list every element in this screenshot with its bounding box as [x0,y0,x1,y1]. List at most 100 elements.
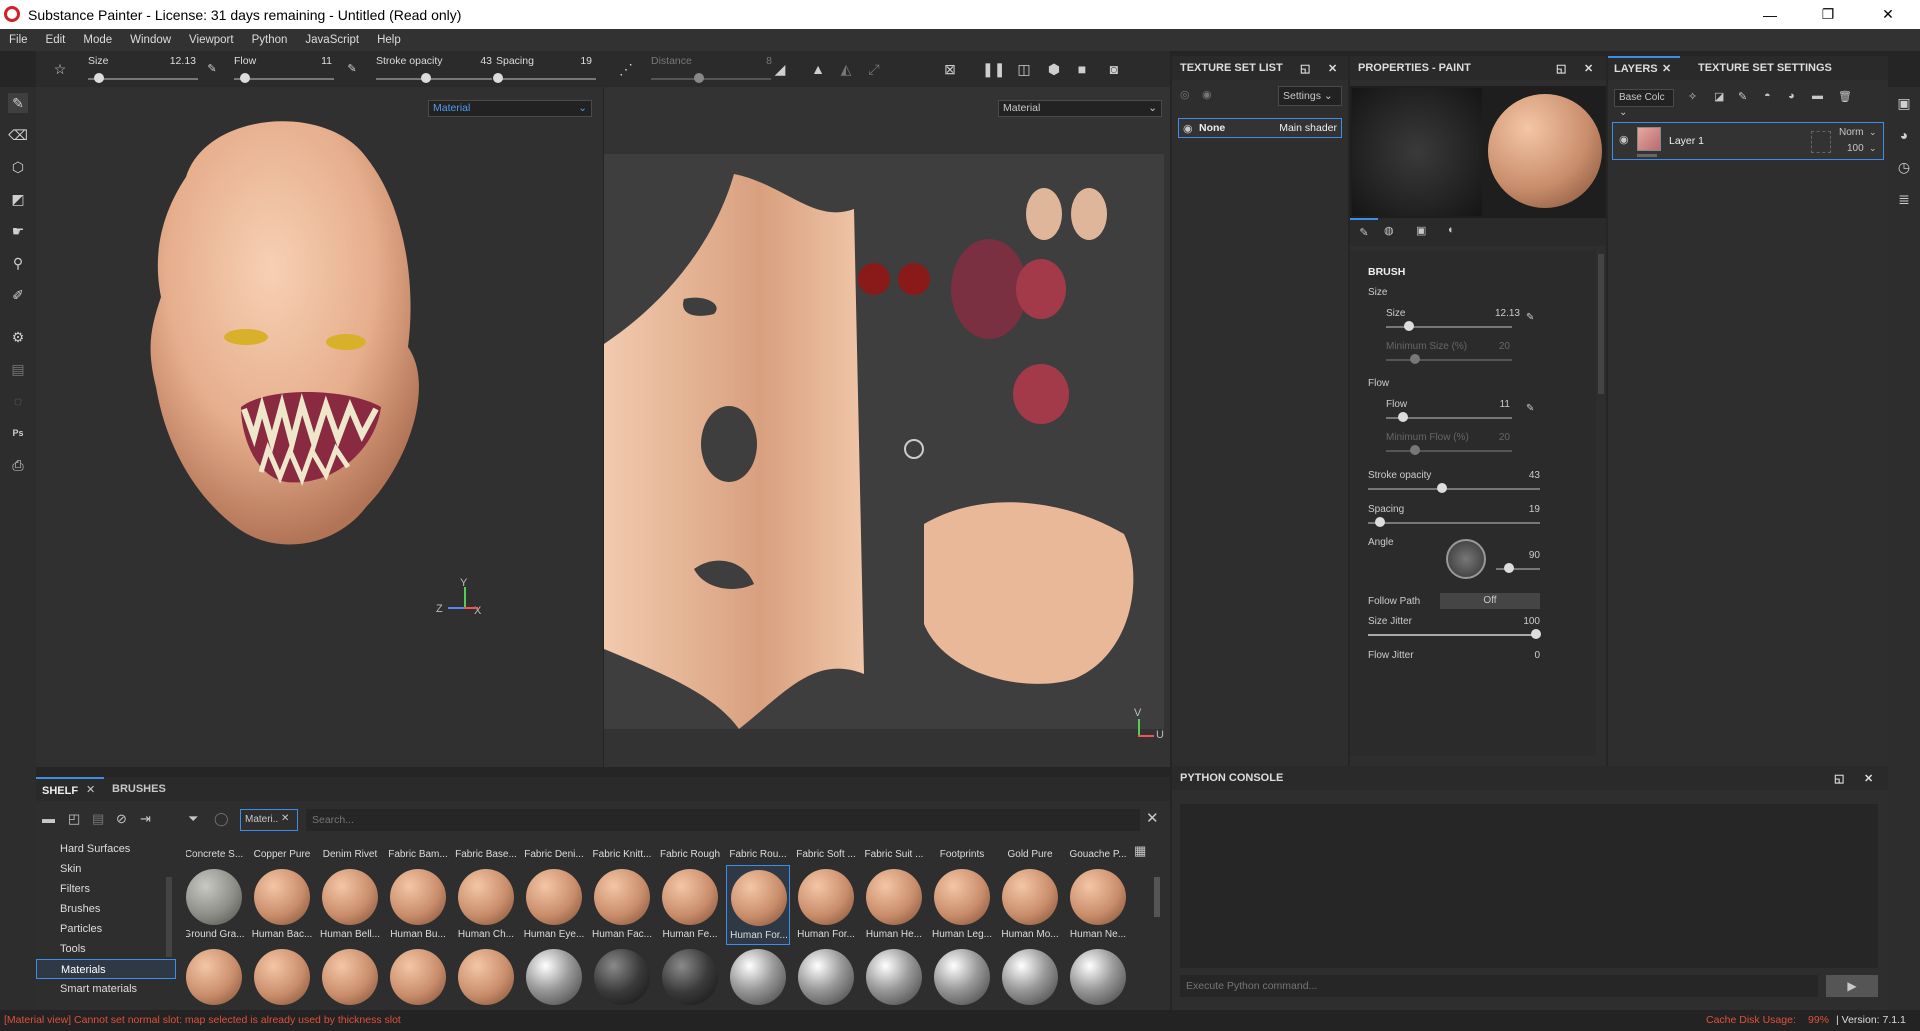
material-item[interactable]: Human Ch... [454,865,518,945]
symmetry-icon[interactable]: ☆ [50,59,70,79]
eye-icon[interactable]: ◉ [1619,133,1629,146]
material-item[interactable]: Human Eye... [522,865,586,945]
material-thumbnail[interactable] [730,949,786,1005]
material-item[interactable]: Human Mo... [998,865,1062,945]
angle-dial[interactable] [1446,539,1486,579]
close-icon[interactable]: ✕ [1584,62,1593,75]
cube-view-icon[interactable]: ⬢ [1044,59,1064,79]
material-thumbnail[interactable] [186,949,242,1005]
material-item[interactable]: Ground Gra... [186,865,246,945]
menu-edit[interactable]: Edit [37,34,75,46]
toolbar-flow-value[interactable]: 11 [296,55,332,67]
spacing-knob[interactable] [1375,517,1385,527]
add-paint-layer-icon[interactable]: ✎ [1738,90,1747,103]
texture-set-row[interactable]: ◉ None Main shader [1178,118,1342,138]
material-label[interactable]: Fabric Deni... [522,849,586,860]
material-item[interactable]: Human For... [726,865,790,945]
restore-button[interactable]: ❐ [1805,0,1851,29]
material-label[interactable]: Fabric Rough [658,849,722,860]
delete-layer-icon[interactable]: 🗑 [1838,90,1852,103]
material-label[interactable]: Denim Rivet [318,849,382,860]
menu-mode[interactable]: Mode [74,34,121,46]
float-icon[interactable]: ◱ [1556,62,1566,75]
material-label[interactable]: Gold Pure [998,849,1062,860]
bake-icon[interactable]: ⚙ [8,327,28,347]
category-hard-surfaces[interactable]: Hard Surfaces [36,839,176,859]
texture-set-shader[interactable]: Main shader [1279,122,1337,134]
hide-icon[interactable]: ⊘ [116,811,127,827]
grid-view-icon[interactable]: ▦ [1134,843,1146,859]
material-thumbnail[interactable] [322,949,378,1005]
close-search-icon[interactable]: ✕ [1146,809,1159,827]
material-thumbnail[interactable] [458,949,514,1005]
angle-slider[interactable] [1496,568,1540,570]
category-tools[interactable]: Tools [36,939,176,959]
material-item[interactable]: Human Ne... [1066,865,1130,945]
category-skin[interactable]: Skin [36,859,176,879]
material-item[interactable]: Human Leg... [930,865,994,945]
toolbar-spacing-knob[interactable] [493,73,503,83]
color-picker-icon[interactable]: ✐ [8,285,28,305]
material-label[interactable]: Concrete S... [186,849,246,860]
environment-icon[interactable]: ◕ [1894,125,1914,145]
material-thumbnail[interactable] [662,949,718,1005]
material-item[interactable]: Human Bell... [318,865,382,945]
material-thumbnail[interactable] [1070,949,1126,1005]
material-item[interactable]: Human Fe... [658,865,722,945]
eye-icon[interactable]: ◉ [1183,122,1193,135]
python-command-input[interactable] [1180,975,1818,997]
pen-pressure-icon[interactable]: ✎ [1526,312,1534,323]
display-settings-icon[interactable]: ▣ [1894,93,1914,113]
hide-ui-icon[interactable]: ⊠ [940,59,960,79]
close-window-button[interactable]: ✕ [1865,0,1911,29]
layer-mask-slot[interactable] [1811,131,1831,153]
spacing-slider[interactable] [1368,522,1540,524]
shelf-scrollbar[interactable] [1154,877,1160,917]
size-jitter-knob[interactable] [1531,629,1541,639]
import-icon[interactable]: ⇥ [140,811,151,827]
material-label[interactable]: Footprints [930,849,994,860]
material-item[interactable]: Human Bu... [386,865,450,945]
pause-icon[interactable]: ❚❚ [982,59,1005,79]
stroke-opacity-value[interactable]: 43 [1500,470,1540,481]
texture-set-settings-dropdown[interactable]: Settings ⌄ [1278,86,1342,106]
material-label[interactable]: Fabric Rou... [726,849,790,860]
angle-value[interactable]: 90 [1500,550,1540,561]
smudge-icon[interactable]: ☛ [8,221,28,241]
category-filters[interactable]: Filters [36,879,176,899]
export-icon[interactable]: ⎙ [8,455,28,475]
size-jitter-value[interactable]: 100 [1500,616,1540,627]
toolbar-opacity-slider[interactable] [376,78,492,80]
menu-python[interactable]: Python [243,34,297,46]
toolbar-size-knob[interactable] [94,73,104,83]
bake-mesh-icon[interactable]: ◌ [8,391,28,411]
material-thumbnail[interactable] [798,949,854,1005]
projection-icon[interactable]: ⬡ [8,157,28,177]
add-smart-material-icon[interactable]: ◕ [1788,90,1795,102]
close-icon[interactable]: ✕ [281,813,289,824]
log-icon[interactable]: ≣ [1894,189,1914,209]
run-icon[interactable]: ▶ [1826,975,1878,997]
follow-path-toggle[interactable]: Off [1440,593,1540,609]
material-label[interactable]: Fabric Knitt... [590,849,654,860]
add-fill-layer-icon[interactable]: ◓ [1764,90,1771,102]
material-item[interactable]: Human For... [794,865,858,945]
viewport-3d[interactable]: Material ⌄ Y Z X [36,87,603,767]
toolbar-spacing-value[interactable]: 19 [556,55,592,67]
brushes-tab[interactable]: BRUSHES [112,783,166,795]
minimize-button[interactable]: — [1747,0,1793,29]
texture-set-settings-tab[interactable]: TEXTURE SET SETTINGS [1698,62,1832,74]
flow-pressure-icon[interactable]: ✎ [1526,403,1534,414]
history-icon[interactable]: ◷ [1894,157,1914,177]
alpha-tab-icon[interactable]: ◍ [1384,224,1394,237]
alignment-icon[interactable]: ◢ [770,59,790,79]
toolbar-opacity-value[interactable]: 43 [456,55,492,67]
layer-channel-dropdown[interactable]: Base Colc ⌄ [1614,89,1674,118]
material-item[interactable]: Human He... [862,865,926,945]
view-mode-icon[interactable]: ◫ [1014,59,1034,79]
add-mask-icon[interactable]: ◪ [1714,90,1724,103]
viewport-2d-channel-dropdown[interactable]: Material ⌄ [998,100,1162,117]
size-knob[interactable] [1404,321,1414,331]
flow-jitter-value[interactable]: 0 [1500,650,1540,661]
material-tab-icon[interactable]: ◐ [1448,224,1455,236]
